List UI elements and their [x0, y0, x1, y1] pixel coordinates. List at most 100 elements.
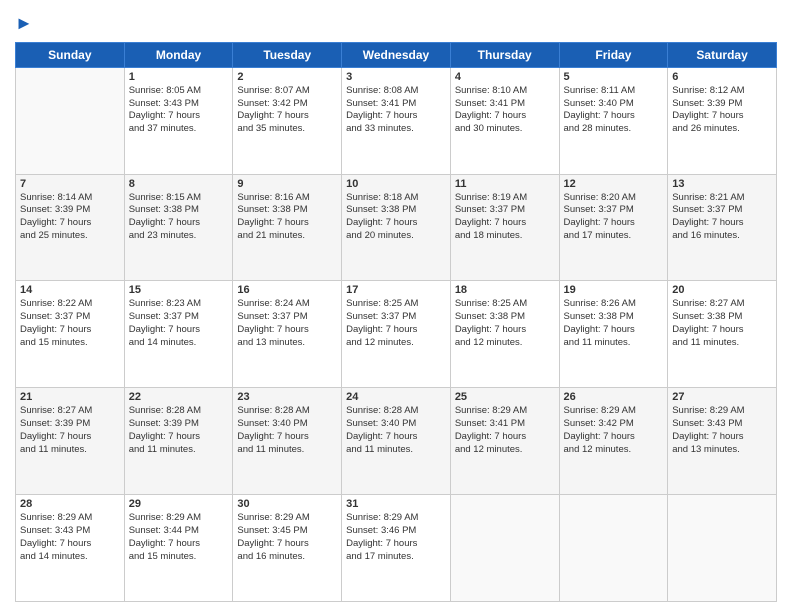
calendar-empty [559, 495, 668, 602]
calendar-day-27: 27Sunrise: 8:29 AMSunset: 3:43 PMDayligh… [668, 388, 777, 495]
day-info-line: Sunrise: 8:16 AM [237, 192, 337, 205]
calendar-day-4: 4Sunrise: 8:10 AMSunset: 3:41 PMDaylight… [450, 67, 559, 174]
day-number: 29 [129, 498, 229, 510]
day-info-line: Sunset: 3:37 PM [455, 204, 555, 217]
calendar-day-15: 15Sunrise: 8:23 AMSunset: 3:37 PMDayligh… [124, 281, 233, 388]
day-info-line: Sunset: 3:39 PM [672, 98, 772, 111]
day-info-line: Sunset: 3:40 PM [237, 418, 337, 431]
day-info-line: Sunset: 3:39 PM [20, 418, 120, 431]
day-number: 7 [20, 178, 120, 190]
day-info-line: Daylight: 7 hours [129, 324, 229, 337]
day-info-line: Daylight: 7 hours [672, 324, 772, 337]
day-info-line: and 26 minutes. [672, 123, 772, 136]
day-info-line: and 28 minutes. [564, 123, 664, 136]
day-info-line: Sunset: 3:41 PM [455, 418, 555, 431]
calendar-week-4: 21Sunrise: 8:27 AMSunset: 3:39 PMDayligh… [16, 388, 777, 495]
day-header-saturday: Saturday [668, 42, 777, 67]
day-info-line: Daylight: 7 hours [672, 431, 772, 444]
day-info-line: Sunrise: 8:27 AM [20, 405, 120, 418]
day-info-line: Sunset: 3:46 PM [346, 525, 446, 538]
day-info-line: and 21 minutes. [237, 230, 337, 243]
day-info-line: Sunset: 3:38 PM [346, 204, 446, 217]
day-info-line: and 14 minutes. [129, 337, 229, 350]
day-header-friday: Friday [559, 42, 668, 67]
day-header-sunday: Sunday [16, 42, 125, 67]
calendar-day-19: 19Sunrise: 8:26 AMSunset: 3:38 PMDayligh… [559, 281, 668, 388]
calendar-empty [450, 495, 559, 602]
day-info-line: Sunrise: 8:12 AM [672, 85, 772, 98]
day-info-line: Daylight: 7 hours [672, 110, 772, 123]
day-info-line: Daylight: 7 hours [455, 217, 555, 230]
day-info-line: Sunset: 3:39 PM [129, 418, 229, 431]
header: ► [15, 10, 777, 34]
day-info-line: Sunrise: 8:29 AM [564, 405, 664, 418]
calendar-day-29: 29Sunrise: 8:29 AMSunset: 3:44 PMDayligh… [124, 495, 233, 602]
day-info-line: Sunrise: 8:27 AM [672, 298, 772, 311]
day-info-line: Sunrise: 8:10 AM [455, 85, 555, 98]
calendar-day-24: 24Sunrise: 8:28 AMSunset: 3:40 PMDayligh… [342, 388, 451, 495]
calendar-day-31: 31Sunrise: 8:29 AMSunset: 3:46 PMDayligh… [342, 495, 451, 602]
calendar-table: SundayMondayTuesdayWednesdayThursdayFrid… [15, 42, 777, 602]
calendar-day-8: 8Sunrise: 8:15 AMSunset: 3:38 PMDaylight… [124, 174, 233, 281]
day-number: 3 [346, 71, 446, 83]
day-number: 30 [237, 498, 337, 510]
day-info-line: and 12 minutes. [564, 444, 664, 457]
calendar-day-22: 22Sunrise: 8:28 AMSunset: 3:39 PMDayligh… [124, 388, 233, 495]
day-info-line: and 33 minutes. [346, 123, 446, 136]
day-info-line: Sunrise: 8:11 AM [564, 85, 664, 98]
day-info-line: Sunset: 3:43 PM [672, 418, 772, 431]
day-info-line: and 11 minutes. [20, 444, 120, 457]
day-info-line: Daylight: 7 hours [564, 324, 664, 337]
day-number: 6 [672, 71, 772, 83]
day-info-line: and 11 minutes. [346, 444, 446, 457]
day-info-line: Daylight: 7 hours [237, 110, 337, 123]
day-info-line: Sunrise: 8:28 AM [346, 405, 446, 418]
calendar-day-23: 23Sunrise: 8:28 AMSunset: 3:40 PMDayligh… [233, 388, 342, 495]
day-info-line: Sunset: 3:42 PM [237, 98, 337, 111]
calendar-week-3: 14Sunrise: 8:22 AMSunset: 3:37 PMDayligh… [16, 281, 777, 388]
calendar-week-1: 1Sunrise: 8:05 AMSunset: 3:43 PMDaylight… [16, 67, 777, 174]
day-info-line: and 20 minutes. [346, 230, 446, 243]
day-info-line: and 35 minutes. [237, 123, 337, 136]
day-info-line: Sunrise: 8:28 AM [129, 405, 229, 418]
day-info-line: Sunrise: 8:18 AM [346, 192, 446, 205]
calendar-day-30: 30Sunrise: 8:29 AMSunset: 3:45 PMDayligh… [233, 495, 342, 602]
day-number: 14 [20, 284, 120, 296]
day-info-line: Sunrise: 8:15 AM [129, 192, 229, 205]
calendar-day-17: 17Sunrise: 8:25 AMSunset: 3:37 PMDayligh… [342, 281, 451, 388]
day-info-line: Sunset: 3:37 PM [237, 311, 337, 324]
calendar-empty [16, 67, 125, 174]
day-info-line: Sunrise: 8:24 AM [237, 298, 337, 311]
day-number: 28 [20, 498, 120, 510]
day-number: 27 [672, 391, 772, 403]
day-info-line: and 12 minutes. [455, 444, 555, 457]
day-info-line: Daylight: 7 hours [346, 431, 446, 444]
day-info-line: Daylight: 7 hours [129, 110, 229, 123]
day-info-line: Daylight: 7 hours [455, 431, 555, 444]
day-number: 9 [237, 178, 337, 190]
calendar-day-5: 5Sunrise: 8:11 AMSunset: 3:40 PMDaylight… [559, 67, 668, 174]
day-info-line: Sunset: 3:44 PM [129, 525, 229, 538]
day-info-line: Sunrise: 8:26 AM [564, 298, 664, 311]
day-info-line: Sunrise: 8:19 AM [455, 192, 555, 205]
day-info-line: and 14 minutes. [20, 551, 120, 564]
day-info-line: Sunrise: 8:29 AM [129, 512, 229, 525]
day-number: 25 [455, 391, 555, 403]
day-info-line: and 17 minutes. [346, 551, 446, 564]
day-number: 24 [346, 391, 446, 403]
calendar-day-12: 12Sunrise: 8:20 AMSunset: 3:37 PMDayligh… [559, 174, 668, 281]
day-info-line: and 17 minutes. [564, 230, 664, 243]
day-info-line: and 16 minutes. [237, 551, 337, 564]
day-info-line: Sunrise: 8:20 AM [564, 192, 664, 205]
calendar-day-11: 11Sunrise: 8:19 AMSunset: 3:37 PMDayligh… [450, 174, 559, 281]
day-info-line: and 11 minutes. [564, 337, 664, 350]
day-header-monday: Monday [124, 42, 233, 67]
calendar-day-26: 26Sunrise: 8:29 AMSunset: 3:42 PMDayligh… [559, 388, 668, 495]
day-number: 8 [129, 178, 229, 190]
day-info-line: Daylight: 7 hours [20, 324, 120, 337]
day-info-line: Daylight: 7 hours [346, 324, 446, 337]
day-info-line: Daylight: 7 hours [455, 110, 555, 123]
day-info-line: Sunset: 3:45 PM [237, 525, 337, 538]
calendar-day-2: 2Sunrise: 8:07 AMSunset: 3:42 PMDaylight… [233, 67, 342, 174]
day-number: 4 [455, 71, 555, 83]
